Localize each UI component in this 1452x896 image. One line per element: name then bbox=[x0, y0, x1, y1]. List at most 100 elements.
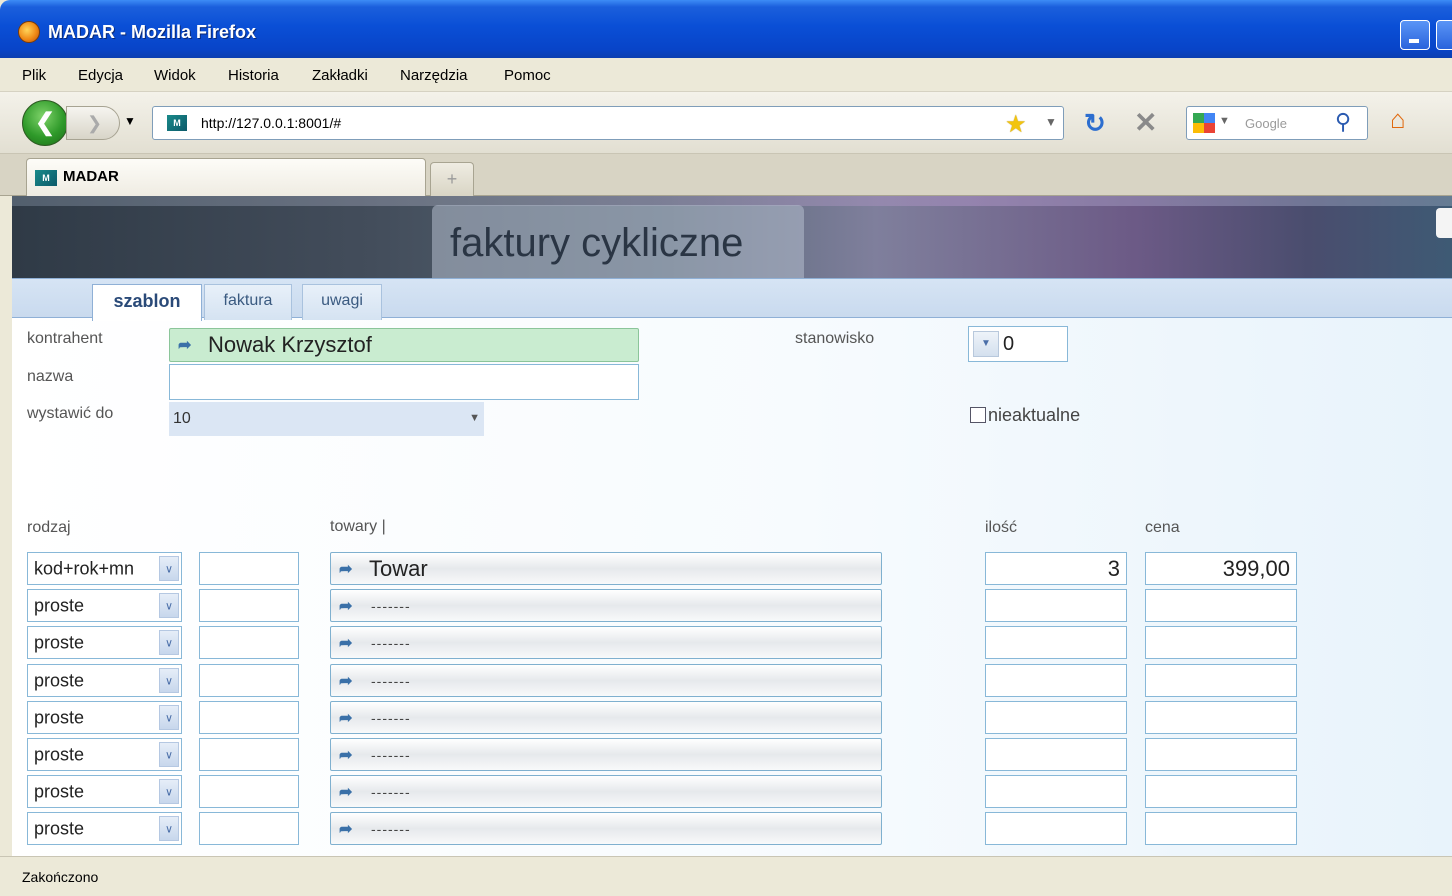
bookmark-star-icon[interactable]: ★ bbox=[1005, 110, 1027, 139]
url-dropdown-icon[interactable]: ▼ bbox=[1045, 115, 1057, 129]
checkbox-icon[interactable] bbox=[970, 407, 986, 423]
code-field[interactable] bbox=[199, 812, 299, 845]
menu-narzedzia[interactable]: Narzędzia bbox=[400, 67, 468, 84]
ilosc-field[interactable] bbox=[985, 812, 1127, 845]
back-arrow-icon[interactable]: ❮ bbox=[22, 100, 68, 146]
chevron-down-icon[interactable]: ∨ bbox=[159, 705, 179, 730]
towar-lookup[interactable]: ➦ ------- bbox=[330, 589, 882, 622]
towar-lookup[interactable]: ➦ ------- bbox=[330, 664, 882, 697]
cena-field[interactable] bbox=[1145, 775, 1297, 808]
tab-faktura[interactable]: faktura bbox=[204, 284, 292, 320]
url-text[interactable]: http://127.0.0.1:8001/# bbox=[201, 115, 341, 131]
chevron-down-icon[interactable]: ∨ bbox=[159, 668, 179, 693]
stop-icon[interactable]: ✕ bbox=[1134, 106, 1157, 139]
forward-arrow-icon[interactable]: ❯ bbox=[66, 106, 120, 140]
ilosc-field[interactable] bbox=[985, 701, 1127, 734]
chevron-down-icon[interactable]: ∨ bbox=[159, 779, 179, 804]
firefox-icon bbox=[18, 21, 40, 43]
code-field[interactable] bbox=[199, 775, 299, 808]
page-title: faktury cykliczne bbox=[450, 221, 744, 265]
rodzaj-select[interactable]: proste ∨ bbox=[27, 738, 182, 771]
ilosc-field[interactable] bbox=[985, 626, 1127, 659]
lookup-arrow-icon[interactable]: ➦ bbox=[339, 671, 352, 691]
cena-field[interactable] bbox=[1145, 812, 1297, 845]
lookup-arrow-icon[interactable]: ➦ bbox=[339, 745, 352, 765]
rodzaj-select[interactable]: proste ∨ bbox=[27, 701, 182, 734]
cena-field[interactable]: 399,00 bbox=[1145, 552, 1297, 585]
cena-field[interactable] bbox=[1145, 589, 1297, 622]
rodzaj-select[interactable]: proste ∨ bbox=[27, 589, 182, 622]
ilosc-field[interactable] bbox=[985, 775, 1127, 808]
browser-tab-madar[interactable]: M MADAR bbox=[26, 158, 426, 196]
ilosc-field[interactable] bbox=[985, 589, 1127, 622]
code-field[interactable] bbox=[199, 701, 299, 734]
lookup-arrow-icon[interactable]: ➦ bbox=[339, 596, 352, 616]
menu-pomoc[interactable]: Pomoc bbox=[504, 67, 551, 84]
towar-lookup[interactable]: ➦ ------- bbox=[330, 626, 882, 659]
lookup-arrow-icon[interactable]: ➦ bbox=[339, 819, 352, 839]
history-dropdown-icon[interactable]: ▼ bbox=[124, 114, 136, 128]
code-field[interactable] bbox=[199, 589, 299, 622]
stanowisko-dropdown-icon[interactable]: ▼ bbox=[973, 331, 999, 357]
reload-icon[interactable]: ↻ bbox=[1084, 108, 1106, 139]
rodzaj-select[interactable]: proste ∨ bbox=[27, 775, 182, 808]
code-field[interactable] bbox=[199, 738, 299, 771]
search-magnifier-icon[interactable]: ⚲ bbox=[1335, 109, 1351, 135]
chevron-down-icon[interactable]: ∨ bbox=[159, 556, 179, 581]
page-content: faktury cykliczne szablon faktura uwagi … bbox=[12, 196, 1452, 856]
maximize-button[interactable] bbox=[1436, 20, 1452, 50]
towar-lookup[interactable]: ➦ ------- bbox=[330, 775, 882, 808]
rodzaj-select[interactable]: proste ∨ bbox=[27, 626, 182, 659]
lookup-arrow-icon[interactable]: ➦ bbox=[339, 633, 352, 653]
new-tab-button[interactable]: + bbox=[430, 162, 474, 196]
cena-field[interactable] bbox=[1145, 626, 1297, 659]
code-field[interactable] bbox=[199, 626, 299, 659]
nazwa-field[interactable] bbox=[169, 364, 639, 400]
status-bar: Zakończono bbox=[0, 856, 1452, 896]
towar-lookup[interactable]: ➦ ------- bbox=[330, 812, 882, 845]
ilosc-field[interactable]: 3 bbox=[985, 552, 1127, 585]
ilosc-field[interactable] bbox=[985, 664, 1127, 697]
stanowisko-field[interactable]: ▼ 0 bbox=[968, 326, 1068, 362]
cena-field[interactable] bbox=[1145, 701, 1297, 734]
rodzaj-select[interactable]: kod+rok+mn ∨ bbox=[27, 552, 182, 585]
search-placeholder[interactable]: Google bbox=[1245, 116, 1287, 131]
tab-uwagi[interactable]: uwagi bbox=[302, 284, 382, 320]
wystawic-select[interactable]: 10 ▼ bbox=[169, 402, 484, 436]
rodzaj-select[interactable]: proste ∨ bbox=[27, 812, 182, 845]
chevron-down-icon[interactable]: ∨ bbox=[159, 816, 179, 841]
chevron-down-icon[interactable]: ∨ bbox=[159, 742, 179, 767]
cena-field[interactable] bbox=[1145, 664, 1297, 697]
lookup-arrow-icon[interactable]: ➦ bbox=[178, 335, 191, 355]
wystawic-label: wystawić do bbox=[27, 405, 114, 422]
tab-szablon[interactable]: szablon bbox=[92, 284, 202, 321]
towar-lookup[interactable]: ➦ Towar bbox=[330, 552, 882, 585]
menu-plik[interactable]: Plik bbox=[22, 67, 46, 84]
code-field[interactable] bbox=[199, 552, 299, 585]
google-icon[interactable] bbox=[1193, 113, 1215, 133]
lookup-arrow-icon[interactable]: ➦ bbox=[339, 559, 352, 579]
towar-lookup[interactable]: ➦ ------- bbox=[330, 701, 882, 734]
menu-zakladki[interactable]: Zakładki bbox=[312, 67, 368, 84]
menu-widok[interactable]: Widok bbox=[154, 67, 196, 84]
nazwa-label: nazwa bbox=[27, 368, 74, 385]
search-box[interactable]: ▼ Google ⚲ bbox=[1186, 106, 1368, 140]
chevron-down-icon[interactable]: ∨ bbox=[159, 593, 179, 618]
search-engine-dropdown-icon[interactable]: ▼ bbox=[1219, 115, 1230, 127]
tab-favicon-icon: M bbox=[35, 170, 57, 186]
url-bar[interactable]: M http://127.0.0.1:8001/# ★ ▼ bbox=[152, 106, 1064, 140]
chevron-down-icon[interactable]: ∨ bbox=[159, 630, 179, 655]
lookup-arrow-icon[interactable]: ➦ bbox=[339, 708, 352, 728]
towar-lookup[interactable]: ➦ ------- bbox=[330, 738, 882, 771]
ilosc-field[interactable] bbox=[985, 738, 1127, 771]
cena-field[interactable] bbox=[1145, 738, 1297, 771]
rodzaj-select[interactable]: proste ∨ bbox=[27, 664, 182, 697]
minimize-button[interactable] bbox=[1400, 20, 1430, 50]
kontrahent-lookup[interactable]: ➦ Nowak Krzysztof bbox=[169, 328, 639, 362]
menu-edycja[interactable]: Edycja bbox=[78, 67, 123, 84]
menu-historia[interactable]: Historia bbox=[228, 67, 279, 84]
lookup-arrow-icon[interactable]: ➦ bbox=[339, 782, 352, 802]
home-icon[interactable]: ⌂ bbox=[1390, 104, 1406, 135]
wystawic-dropdown-icon[interactable]: ▼ bbox=[469, 412, 480, 424]
code-field[interactable] bbox=[199, 664, 299, 697]
